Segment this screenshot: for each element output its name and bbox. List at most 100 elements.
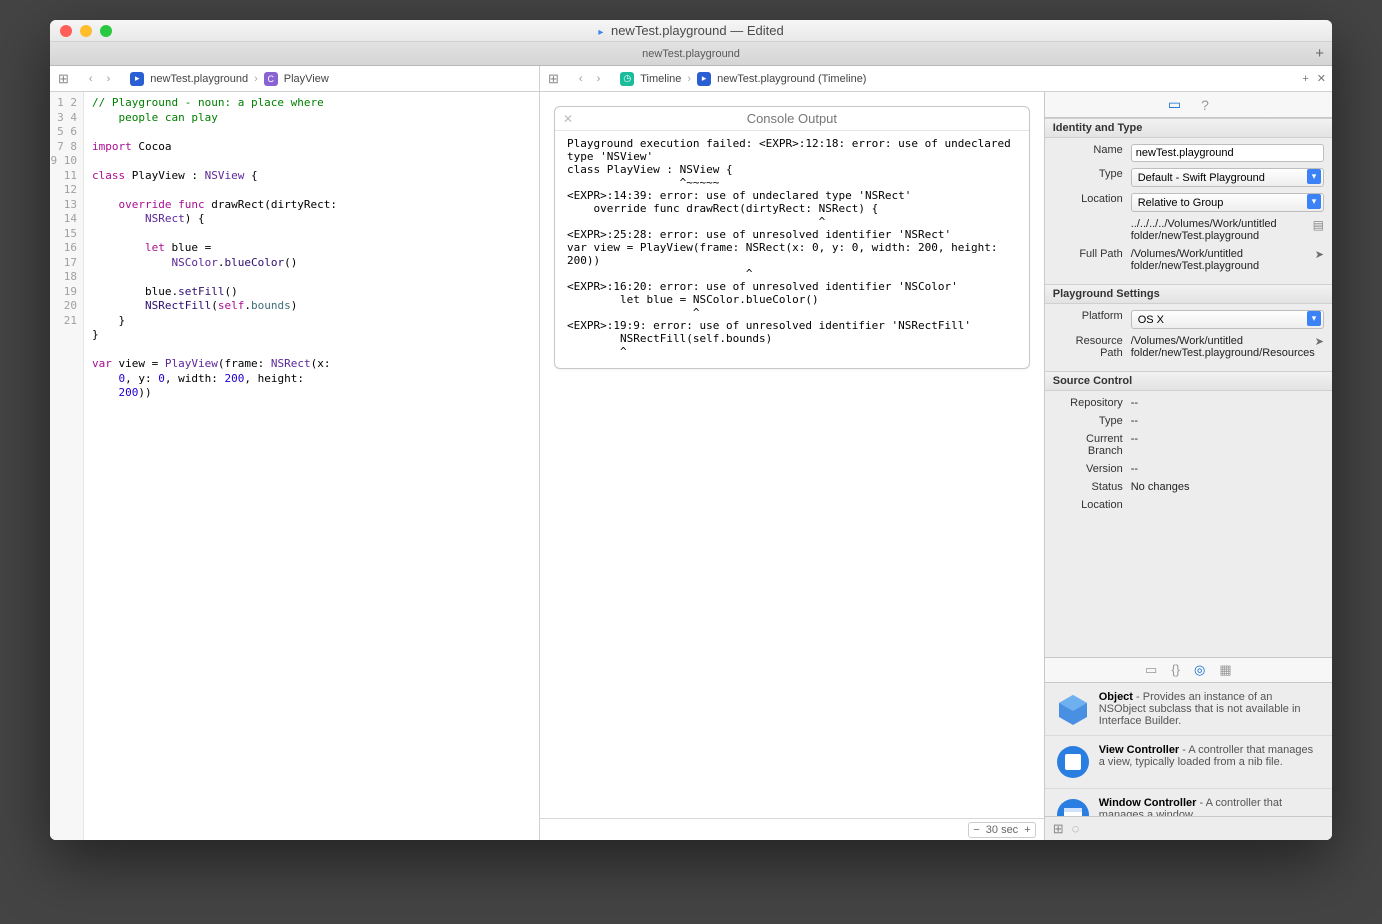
choose-location-icon[interactable]: ▤: [1313, 218, 1324, 232]
console-text[interactable]: Playground execution failed: <EXPR>:12:1…: [555, 131, 1029, 368]
playground-file-icon: ▸: [697, 72, 711, 86]
window-controller-icon: [1055, 797, 1091, 817]
scm-repo: --: [1131, 397, 1324, 409]
scm-type: --: [1131, 415, 1324, 427]
main-split: 1 2 3 4 5 6 7 8 9 10 11 12 13 14 15 16 1…: [50, 92, 1332, 840]
name-field[interactable]: [1131, 144, 1324, 162]
playground-section-header: Playground Settings: [1045, 284, 1332, 304]
timeline-area: ✕ Console Output Playground execution fa…: [540, 92, 1044, 818]
scm-branch-label: Current Branch: [1053, 433, 1131, 457]
time-value: 30: [986, 824, 998, 836]
library-view-grid-icon[interactable]: ⊞: [1053, 821, 1064, 837]
chevron-right-icon: ›: [687, 73, 691, 85]
library-item-object[interactable]: Object - Provides an instance of an NSOb…: [1045, 683, 1332, 736]
fullpath-label: Full Path: [1053, 248, 1131, 260]
view-controller-icon: [1055, 744, 1091, 780]
code-snippets-tab[interactable]: {}: [1171, 662, 1180, 677]
timeline-crumb[interactable]: Timeline: [640, 73, 681, 85]
timeline-icon: ◷: [620, 72, 634, 86]
jump-bar: ⊞ ‹ › ▸ newTest.playground › C PlayView …: [50, 66, 1332, 92]
line-gutter: 1 2 3 4 5 6 7 8 9 10 11 12 13 14 15 16 1…: [50, 92, 84, 840]
resource-path: /Volumes/Work/untitled folder/newTest.pl…: [1131, 335, 1315, 359]
location-label: Location: [1053, 193, 1131, 205]
assistant-editor: ✕ Console Output Playground execution fa…: [540, 92, 1044, 840]
library-item-view-controller[interactable]: View Controller - A controller that mana…: [1045, 736, 1332, 789]
library-tab-bar: ▭ {} ◎ ▦: [1045, 657, 1332, 683]
scm-version: --: [1131, 463, 1324, 475]
console-header: ✕ Console Output: [555, 107, 1029, 131]
reveal-in-finder-icon[interactable]: ➤: [1315, 248, 1324, 261]
quick-help-tab[interactable]: ?: [1201, 97, 1209, 113]
time-stepper[interactable]: − 30 sec +: [968, 822, 1036, 838]
object-library[interactable]: Object - Provides an instance of an NSOb…: [1045, 683, 1332, 817]
close-console-button[interactable]: ✕: [563, 112, 573, 126]
jump-symbol[interactable]: PlayView: [284, 73, 329, 85]
file-inspector-tab[interactable]: ▭: [1168, 96, 1181, 113]
object-icon: [1055, 691, 1091, 727]
lib-wc-title: Window Controller: [1099, 797, 1197, 809]
library-footer: ⊞ ◌: [1045, 816, 1332, 840]
utilities-panel: ▭ ? Identity and Type Name Type Default …: [1044, 92, 1332, 840]
identity-section: Name Type Default - Swift Playground Loc…: [1045, 138, 1332, 284]
inspector-tab-bar: ▭ ?: [1045, 92, 1332, 118]
back-button[interactable]: ‹: [85, 73, 97, 85]
scm-section: Repository-- Type-- Current Branch-- Ver…: [1045, 391, 1332, 523]
playground-file-icon: ▸: [130, 72, 144, 86]
object-library-tab[interactable]: ◎: [1194, 662, 1205, 678]
resource-path-label: Resource Path: [1053, 335, 1131, 359]
class-icon: C: [264, 72, 278, 86]
scm-repo-label: Repository: [1053, 397, 1131, 409]
playground-section: Platform OS X Resource Path /Volumes/Wor…: [1045, 304, 1332, 371]
back-button[interactable]: ‹: [575, 73, 587, 85]
new-tab-button[interactable]: +: [1315, 45, 1324, 62]
type-label: Type: [1053, 168, 1131, 180]
document-icon: ▸: [598, 27, 603, 38]
close-assistant-button[interactable]: ✕: [1317, 72, 1326, 85]
lib-object-title: Object: [1099, 691, 1133, 703]
type-select[interactable]: Default - Swift Playground: [1131, 168, 1324, 187]
scm-section-header: Source Control: [1045, 371, 1332, 391]
tab-bar: newTest.playground +: [50, 42, 1332, 66]
add-assistant-button[interactable]: +: [1302, 73, 1308, 85]
window-title-text: newTest.playground — Edited: [611, 23, 784, 38]
location-select[interactable]: Relative to Group: [1131, 193, 1324, 212]
jump-file[interactable]: newTest.playground: [150, 73, 248, 85]
chevron-right-icon: ›: [254, 73, 258, 85]
titlebar: ▸ newTest.playground — Edited: [50, 20, 1332, 42]
line-numbers: 1 2 3 4 5 6 7 8 9 10 11 12 13 14 15 16 1…: [51, 96, 78, 327]
timeline-file-crumb[interactable]: newTest.playground (Timeline): [717, 73, 866, 85]
console-title: Console Output: [563, 111, 1021, 126]
console-output: ✕ Console Output Playground execution fa…: [554, 106, 1030, 369]
time-unit: sec: [1001, 824, 1018, 836]
xcode-window: ▸ newTest.playground — Edited newTest.pl…: [50, 20, 1332, 840]
full-path: /Volumes/Work/untitled folder/newTest.pl…: [1131, 248, 1315, 272]
timeline-footer: − 30 sec +: [540, 818, 1044, 840]
platform-label: Platform: [1053, 310, 1131, 322]
library-filter-icon[interactable]: ◌: [1072, 821, 1080, 836]
tab[interactable]: newTest.playground: [642, 48, 740, 60]
jump-bar-right: ⊞ ‹ › ◷ Timeline › ▸ newTest.playground …: [540, 66, 1332, 91]
scm-location-label: Location: [1053, 499, 1131, 511]
relative-path: ../../../../Volumes/Work/untitled folder…: [1131, 218, 1313, 242]
platform-select[interactable]: OS X: [1131, 310, 1324, 329]
name-label: Name: [1053, 144, 1131, 156]
scm-type-label: Type: [1053, 415, 1131, 427]
identity-section-header: Identity and Type: [1045, 118, 1332, 138]
library-item-window-controller[interactable]: Window Controller - A controller that ma…: [1045, 789, 1332, 817]
related-items-icon[interactable]: ⊞: [58, 71, 69, 87]
jump-bar-left: ⊞ ‹ › ▸ newTest.playground › C PlayView: [50, 66, 540, 91]
window-title: ▸ newTest.playground — Edited: [50, 23, 1332, 38]
file-templates-tab[interactable]: ▭: [1145, 662, 1157, 678]
reveal-resources-icon[interactable]: ➤: [1315, 335, 1324, 348]
scm-branch: --: [1131, 433, 1324, 445]
scm-version-label: Version: [1053, 463, 1131, 475]
source-editor[interactable]: 1 2 3 4 5 6 7 8 9 10 11 12 13 14 15 16 1…: [50, 92, 540, 840]
source-code[interactable]: // Playground - noun: a place where peop…: [84, 92, 539, 840]
forward-button[interactable]: ›: [593, 73, 605, 85]
forward-button[interactable]: ›: [103, 73, 115, 85]
media-library-tab[interactable]: ▦: [1219, 662, 1231, 678]
related-items-icon[interactable]: ⊞: [548, 71, 559, 87]
scm-status-label: Status: [1053, 481, 1131, 493]
lib-vc-title: View Controller: [1099, 744, 1179, 756]
scm-status: No changes: [1131, 481, 1324, 493]
